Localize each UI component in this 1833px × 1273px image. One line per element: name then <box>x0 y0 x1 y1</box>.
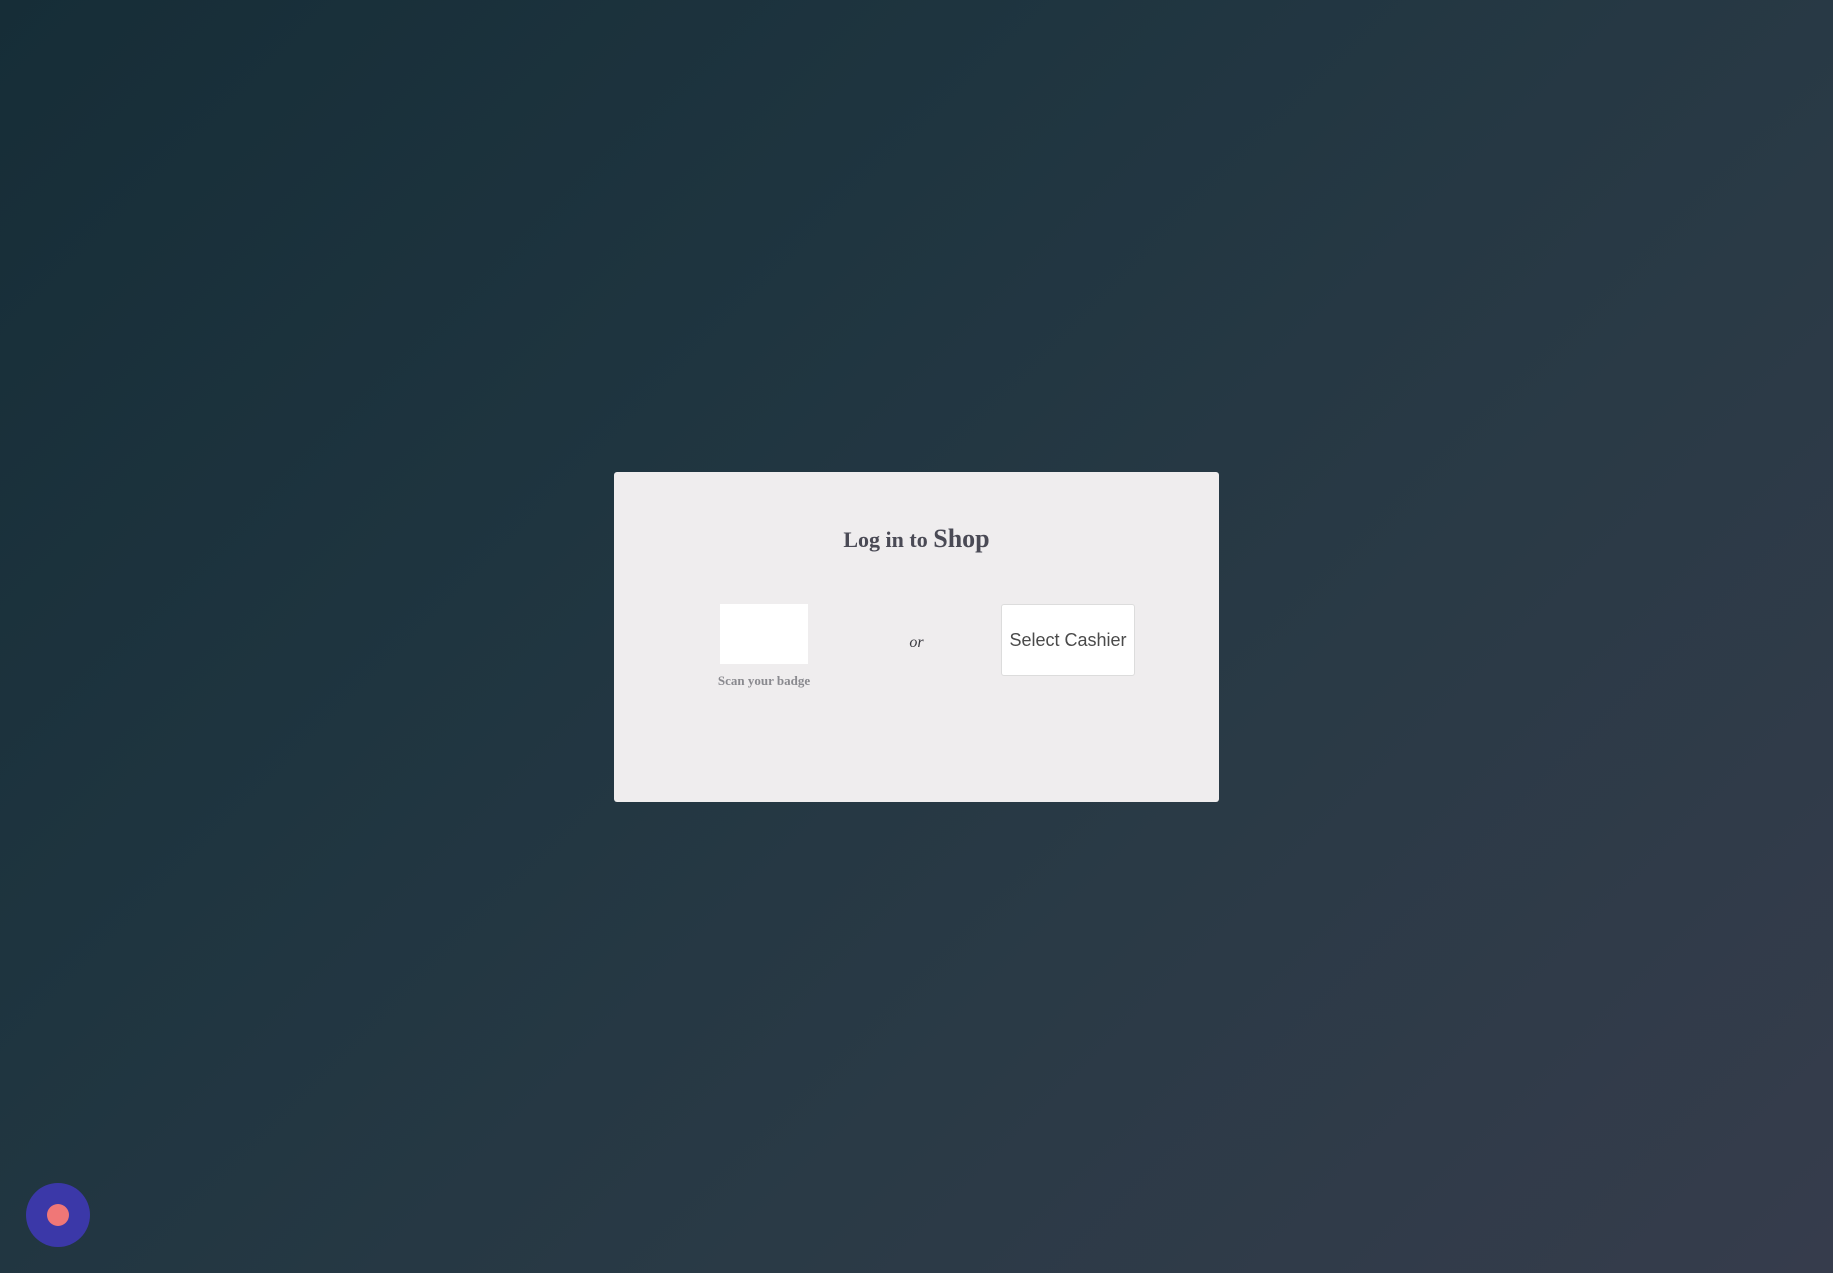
badge-scan-image <box>720 604 808 664</box>
scan-badge-label: Scan your badge <box>717 673 811 688</box>
login-title: Log in to Shop <box>614 524 1219 554</box>
shop-name: Shop <box>933 524 990 553</box>
login-dialog: Log in to Shop Scan your badge or Select… <box>614 472 1219 802</box>
or-separator: or <box>909 634 924 651</box>
record-button[interactable] <box>26 1183 90 1247</box>
login-title-prefix: Log in to <box>843 527 934 552</box>
select-cashier-button[interactable]: Select Cashier <box>1001 604 1135 676</box>
record-dot-icon <box>47 1204 69 1226</box>
